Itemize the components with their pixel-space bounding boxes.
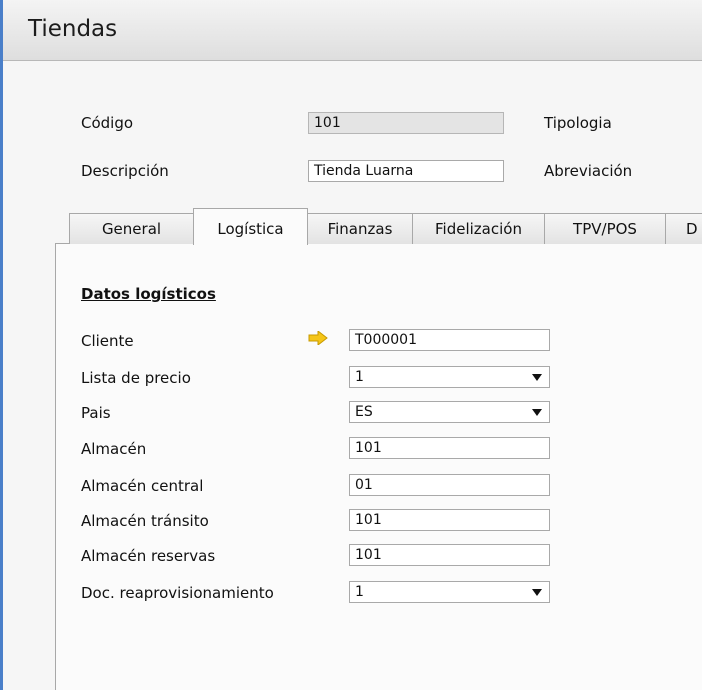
pais-select[interactable]: ES	[349, 401, 550, 423]
almacen-transito-label: Almacén tránsito	[81, 512, 209, 530]
lista-precio-select[interactable]: 1	[349, 366, 550, 388]
tiendas-window: Tiendas Código 101 Tipologia Descripción…	[0, 0, 702, 690]
almacen-reservas-label: Almacén reservas	[81, 547, 216, 565]
tab-tpv-pos[interactable]: TPV/POS	[544, 213, 666, 244]
window-title: Tiendas	[28, 16, 118, 42]
link-arrow-icon[interactable]	[308, 331, 328, 345]
almacen-label: Almacén	[81, 440, 147, 458]
tab-logistica[interactable]: Logística	[193, 208, 308, 245]
almacen-central-field[interactable]: 01	[349, 474, 550, 496]
section-title: Datos logísticos	[81, 285, 216, 303]
descripcion-field[interactable]: Tienda Luarna	[308, 160, 504, 182]
doc-reaprovisionamiento-select[interactable]: 1	[349, 581, 550, 603]
tab-finanzas[interactable]: Finanzas	[307, 213, 413, 244]
almacen-reservas-field[interactable]: 101	[349, 544, 550, 566]
pais-label: Pais	[81, 404, 111, 422]
doc-reaprovisionamiento-label: Doc. reaprovisionamiento	[81, 584, 274, 602]
codigo-field: 101	[308, 112, 504, 134]
almacen-field[interactable]: 101	[349, 437, 550, 459]
cliente-label: Cliente	[81, 332, 134, 350]
descripcion-label: Descripción	[81, 162, 169, 180]
abreviacion-label: Abreviación	[544, 162, 633, 180]
title-bar: Tiendas	[3, 0, 702, 61]
tab-general[interactable]: General	[69, 213, 194, 244]
tipologia-label: Tipologia	[544, 114, 612, 132]
cliente-field[interactable]: T000001	[349, 329, 550, 351]
tab-more[interactable]: D	[665, 213, 702, 244]
almacen-transito-field[interactable]: 101	[349, 509, 550, 531]
codigo-label: Código	[81, 114, 134, 132]
tab-panel-logistica	[55, 243, 702, 690]
lista-precio-label: Lista de precio	[81, 369, 191, 387]
almacen-central-label: Almacén central	[81, 477, 204, 495]
tab-fidelizacion[interactable]: Fidelización	[412, 213, 545, 244]
